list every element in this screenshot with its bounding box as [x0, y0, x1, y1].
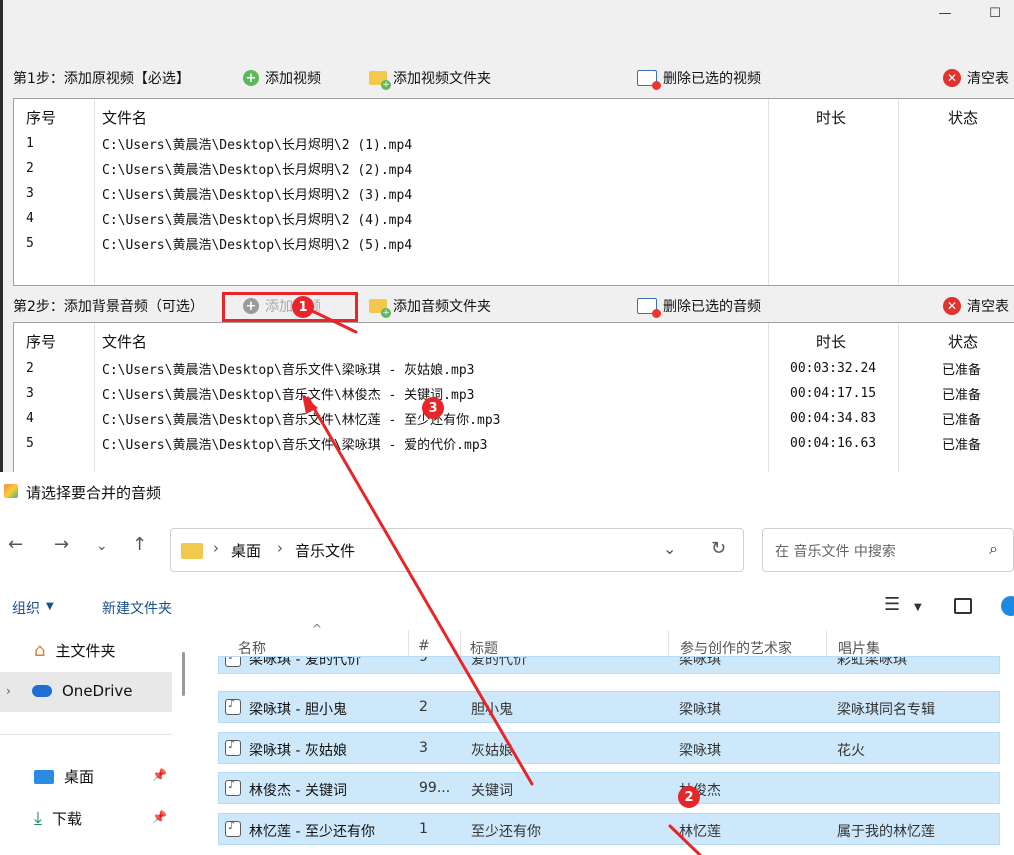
arrow-line-2 — [668, 824, 702, 855]
step-badge-3: 3 — [422, 397, 444, 419]
step-badge-1: 1 — [292, 296, 314, 318]
annotation-arrows — [300, 304, 702, 855]
step-badge-2: 2 — [678, 786, 700, 808]
arrow-line-3 — [306, 396, 534, 786]
